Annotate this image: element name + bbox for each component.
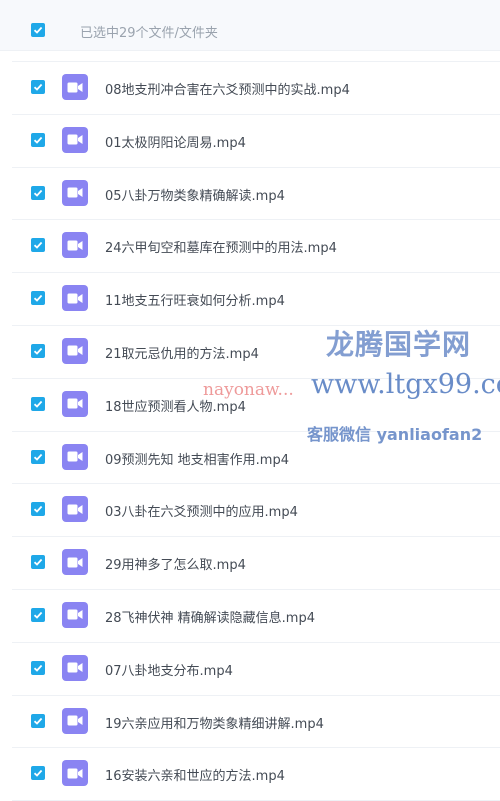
- video-file-icon: [62, 549, 88, 576]
- check-icon: [33, 400, 43, 408]
- file-checkbox[interactable]: [31, 238, 45, 253]
- file-checkbox[interactable]: [31, 660, 45, 675]
- video-file-icon: [62, 232, 88, 259]
- file-checkbox[interactable]: [31, 185, 45, 200]
- file-name[interactable]: 24六甲旬空和墓库在预测中的用法.mp4: [105, 237, 337, 256]
- file-row[interactable]: 28飞神伏神 精确解读隐藏信息.mp4: [12, 590, 500, 643]
- selection-count-text: 已选中29个文件/文件夹: [80, 26, 218, 41]
- file-name[interactable]: 19六亲应用和万物类象精细讲解.mp4: [105, 713, 324, 732]
- check-icon: [33, 717, 43, 725]
- check-icon: [33, 83, 43, 91]
- check-icon: [33, 242, 43, 250]
- file-checkbox[interactable]: [31, 502, 45, 517]
- video-camera-icon: [67, 240, 83, 251]
- file-checkbox[interactable]: [31, 132, 45, 147]
- file-name[interactable]: 05八卦万物类象精确解读.mp4: [105, 185, 285, 204]
- file-checkbox[interactable]: [31, 80, 45, 94]
- file-row[interactable]: 07八卦地支分布.mp4: [12, 643, 500, 696]
- check-icon: [33, 295, 43, 302]
- watermark-red-text: nayonaw...: [203, 380, 294, 400]
- video-camera-icon: [67, 662, 83, 673]
- video-camera-icon: [67, 451, 83, 462]
- video-file-icon: [62, 126, 88, 153]
- select-all-checkbox[interactable]: [31, 23, 45, 37]
- watermark-service: 客服微信 yanliaofan2: [307, 425, 483, 444]
- video-file-icon: [62, 496, 88, 523]
- video-file-icon: [62, 760, 88, 787]
- video-camera-icon: [67, 345, 83, 356]
- file-name[interactable]: 29用神多了怎么取.mp4: [105, 554, 246, 573]
- video-camera-icon: [67, 609, 83, 620]
- check-icon: [33, 506, 43, 514]
- file-row[interactable]: 01太极阴阳论周易.mp4: [12, 115, 500, 168]
- file-checkbox[interactable]: [31, 291, 45, 306]
- file-row[interactable]: 19六亲应用和万物类象精细讲解.mp4: [12, 696, 500, 749]
- check-icon: [33, 664, 43, 672]
- video-camera-icon: [67, 715, 83, 726]
- check-icon: [33, 136, 43, 144]
- video-camera-icon: [67, 504, 83, 515]
- check-icon: [33, 26, 43, 34]
- file-checkbox[interactable]: [31, 766, 45, 781]
- file-checkbox[interactable]: [31, 713, 45, 728]
- file-row[interactable]: 11地支五行旺衰如何分析.mp4: [12, 273, 500, 326]
- check-icon: [33, 189, 43, 197]
- file-checkbox[interactable]: [31, 449, 45, 464]
- video-file-icon: [62, 443, 88, 470]
- file-name[interactable]: 03八卦在六爻预测中的应用.mp4: [105, 501, 298, 520]
- video-file-icon: [62, 390, 88, 417]
- file-checkbox[interactable]: [31, 555, 45, 570]
- file-name[interactable]: 28飞神伏神 精确解读隐藏信息.mp4: [105, 607, 315, 626]
- video-camera-icon: [67, 398, 83, 409]
- video-file-icon: [62, 654, 88, 681]
- video-file-icon: [62, 337, 88, 364]
- check-icon: [33, 559, 43, 566]
- file-checkbox[interactable]: [31, 607, 45, 622]
- check-icon: [33, 453, 43, 461]
- video-file-icon: [62, 179, 88, 206]
- file-name[interactable]: 07八卦地支分布.mp4: [105, 660, 233, 679]
- check-icon: [33, 611, 43, 619]
- file-name[interactable]: 01太极阴阳论周易.mp4: [105, 132, 246, 151]
- video-camera-icon: [67, 557, 83, 568]
- video-camera-icon: [67, 134, 83, 145]
- file-row[interactable]: 24六甲旬空和墓库在预测中的用法.mp4: [12, 220, 500, 274]
- file-name[interactable]: 09预测先知 地支相害作用.mp4: [105, 449, 289, 468]
- video-camera-icon: [67, 768, 83, 779]
- check-icon: [33, 347, 43, 355]
- file-row[interactable]: 05八卦万物类象精确解读.mp4: [12, 168, 500, 221]
- video-file-icon: [62, 707, 88, 734]
- file-checkbox[interactable]: [31, 343, 45, 358]
- video-file-icon: [62, 601, 88, 628]
- file-name[interactable]: 21取元忌仇用的方法.mp4: [105, 343, 259, 362]
- file-row[interactable]: 16安装六亲和世应的方法.mp4: [12, 748, 500, 801]
- video-file-icon: [62, 74, 88, 100]
- file-name[interactable]: 08地支刑冲合害在六爻预测中的实战.mp4: [105, 79, 350, 98]
- file-name[interactable]: 16安装六亲和世应的方法.mp4: [105, 765, 285, 784]
- watermark-url: www.ltgx99.co: [311, 369, 500, 400]
- file-row[interactable]: 08地支刑冲合害在六爻预测中的实战.mp4: [12, 61, 500, 115]
- check-icon: [33, 770, 43, 778]
- video-file-icon: [62, 285, 88, 312]
- file-name[interactable]: 11地支五行旺衰如何分析.mp4: [105, 290, 285, 309]
- file-checkbox[interactable]: [31, 396, 45, 411]
- video-camera-icon: [67, 293, 83, 304]
- watermark-title: 龙腾国学网: [326, 328, 472, 361]
- video-camera-icon: [67, 187, 83, 198]
- file-row[interactable]: 29用神多了怎么取.mp4: [12, 537, 500, 590]
- selection-header: 已选中29个文件/文件夹: [0, 0, 500, 51]
- video-camera-icon: [67, 82, 83, 92]
- file-row[interactable]: 03八卦在六爻预测中的应用.mp4: [12, 484, 500, 538]
